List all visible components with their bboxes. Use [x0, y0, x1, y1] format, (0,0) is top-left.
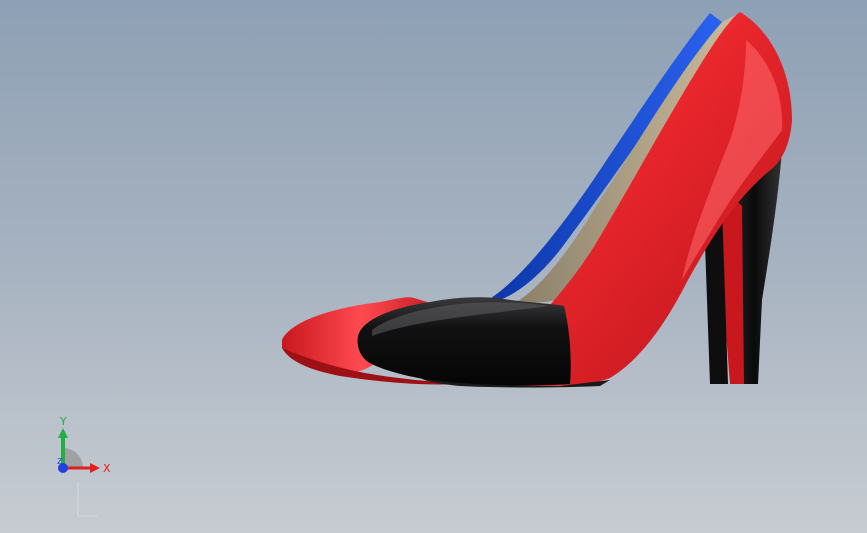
triad-y-label: Y	[59, 415, 67, 428]
view-triad: Y X Z	[48, 412, 118, 522]
triad-x-label: X	[103, 462, 111, 475]
triad-x-arrowhead	[90, 463, 100, 473]
graphics-viewport[interactable]: Y X Z	[0, 0, 867, 533]
triad-y-arrowhead	[58, 428, 68, 438]
triad-z-label: Z	[57, 457, 63, 466]
shoe-model[interactable]	[0, 0, 867, 533]
